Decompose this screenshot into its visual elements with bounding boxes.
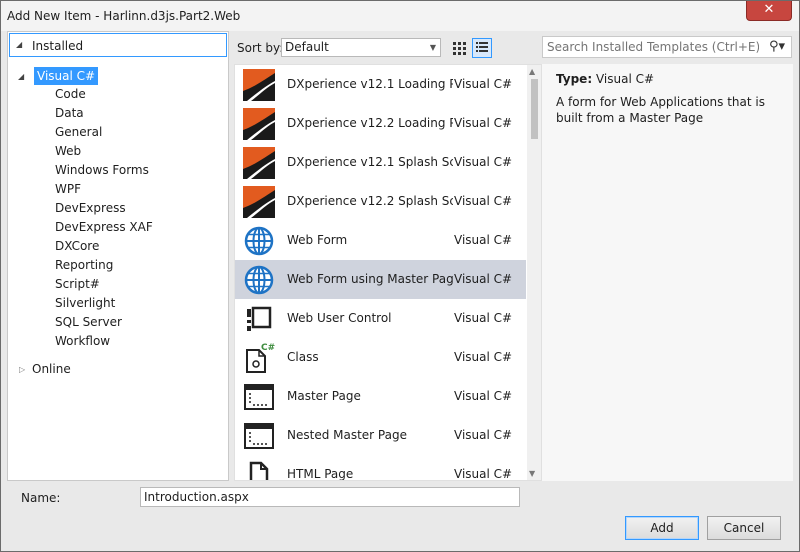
type-label: Type: [556, 72, 593, 86]
collapse-icon[interactable]: ◢ [16, 40, 22, 49]
tree-item[interactable]: WPF [55, 180, 81, 199]
chevron-down-icon: ▼ [429, 43, 436, 52]
template-name: Nested Master Page [287, 428, 407, 442]
cancel-button[interactable]: Cancel [707, 516, 781, 540]
template-name: Master Page [287, 389, 361, 403]
template-language: Visual C# [454, 233, 513, 247]
search-input[interactable] [547, 39, 759, 55]
name-input[interactable] [140, 487, 520, 507]
template-name: Web Form using Master Page [287, 272, 453, 286]
devexpress-icon [243, 108, 275, 140]
template-row-selected[interactable]: Web Form using Master Page Visual C# [235, 260, 526, 299]
template-language: Visual C# [454, 116, 513, 130]
expand-icon[interactable]: ▷ [19, 365, 25, 374]
tree-item[interactable]: Script# [55, 275, 100, 294]
template-name: Web User Control [287, 311, 392, 325]
tree-item[interactable]: SQL Server [55, 313, 122, 332]
template-language: Visual C# [454, 350, 513, 364]
template-language: Visual C# [454, 77, 513, 91]
tree-item[interactable]: DevExpress [55, 199, 126, 218]
template-description: A form for Web Applications that is buil… [556, 95, 765, 125]
template-language: Visual C# [454, 155, 513, 169]
template-row[interactable]: DXperience v12.1 Splash Screen Visual C# [235, 143, 526, 182]
master-page-icon [244, 423, 274, 449]
scrollbar-thumb[interactable] [531, 79, 538, 139]
tree-item[interactable]: Code [55, 85, 86, 104]
grid-view-button[interactable] [449, 38, 469, 58]
template-name: Web Form [287, 233, 348, 247]
search-box[interactable]: ⚲▾ [542, 36, 792, 58]
template-row[interactable]: Nested Master Page Visual C# [235, 416, 526, 455]
template-list: DXperience v12.1 Loading Pa... Visual C#… [234, 64, 542, 481]
svg-text:C#: C# [261, 343, 275, 353]
globe-icon [244, 265, 274, 295]
tree-item[interactable]: General [55, 123, 102, 142]
tree-item[interactable]: Reporting [55, 256, 113, 275]
scroll-down-icon[interactable]: ▼ [529, 469, 535, 478]
tree-item[interactable]: Data [55, 104, 84, 123]
template-language: Visual C# [454, 272, 513, 286]
template-row[interactable]: DXperience v12.2 Splash Screen Visual C# [235, 182, 526, 221]
type-value: Visual C# [595, 72, 655, 86]
class-icon: C# [246, 343, 275, 373]
search-icon[interactable]: ⚲▾ [769, 39, 785, 54]
list-view-button[interactable] [472, 38, 492, 58]
window-title: Add New Item - Harlinn.d3js.Part2.Web [7, 9, 241, 23]
tree-item[interactable]: Workflow [55, 332, 110, 351]
template-language: Visual C# [454, 194, 513, 208]
grid-view-icon [453, 42, 466, 55]
collapse-icon[interactable]: ◢ [18, 72, 24, 81]
master-page-icon [244, 384, 274, 410]
close-icon: ✕ [763, 2, 775, 17]
tree-item[interactable]: DevExpress XAF [55, 218, 153, 237]
devexpress-icon [243, 147, 275, 179]
tree-item[interactable]: DXCore [55, 237, 99, 256]
template-language: Visual C# [454, 428, 513, 442]
template-row[interactable]: HTML Page Visual C# [235, 455, 526, 481]
template-name: DXperience v12.1 Splash Screen [287, 155, 453, 169]
globe-icon [244, 226, 274, 256]
sort-by-dropdown[interactable]: Default ▼ [281, 38, 441, 57]
template-details-panel: Type: Visual C# A form for Web Applicati… [542, 64, 793, 481]
title-bar: Add New Item - Harlinn.d3js.Part2.Web ✕ [1, 1, 799, 31]
tree-item[interactable]: Web [55, 142, 81, 161]
tree-item[interactable]: Silverlight [55, 294, 115, 313]
template-row[interactable]: Web Form Visual C# [235, 221, 526, 260]
devexpress-icon [243, 69, 275, 101]
type-line: Type: Visual C# [556, 72, 654, 86]
template-name: DXperience v12.2 Loading Pa... [287, 116, 453, 130]
template-language: Visual C# [454, 467, 513, 481]
tree-item-installed-label: Installed [32, 39, 84, 53]
sort-by-label: Sort by: [237, 41, 284, 55]
user-control-icon [247, 306, 272, 331]
list-view-icon [476, 42, 488, 52]
template-row[interactable]: C# Class Visual C# [235, 338, 526, 377]
tree-item-online[interactable]: Online [32, 360, 71, 379]
page-icon [249, 461, 269, 480]
template-language: Visual C# [454, 389, 513, 403]
add-new-item-dialog: Add New Item - Harlinn.d3js.Part2.Web ✕ … [0, 0, 800, 552]
add-button[interactable]: Add [625, 516, 699, 540]
template-row[interactable]: Master Page Visual C# [235, 377, 526, 416]
template-language: Visual C# [454, 311, 513, 325]
sort-by-value: Default [285, 40, 329, 54]
tree-item[interactable]: Windows Forms [55, 161, 149, 180]
devexpress-icon [243, 186, 275, 218]
template-name: DXperience v12.2 Splash Screen [287, 194, 453, 208]
template-row[interactable]: DXperience v12.1 Loading Pa... Visual C# [235, 65, 526, 104]
template-name: Class [287, 350, 319, 364]
template-name: DXperience v12.1 Loading Pa... [287, 77, 453, 91]
name-label: Name: [21, 491, 61, 505]
template-row[interactable]: DXperience v12.2 Loading Pa... Visual C# [235, 104, 526, 143]
vertical-scrollbar[interactable]: ▲ ▼ [527, 65, 541, 480]
template-name: HTML Page [287, 467, 354, 481]
template-row[interactable]: Web User Control Visual C# [235, 299, 526, 338]
tree-item-installed[interactable]: ◢ Installed [9, 33, 227, 57]
scroll-up-icon[interactable]: ▲ [529, 67, 535, 76]
tree-item-visual-csharp[interactable]: Visual C# [34, 67, 99, 85]
close-button[interactable]: ✕ [746, 1, 792, 21]
category-tree: ◢ Installed ◢ Visual C# Code Data Genera… [7, 31, 229, 481]
